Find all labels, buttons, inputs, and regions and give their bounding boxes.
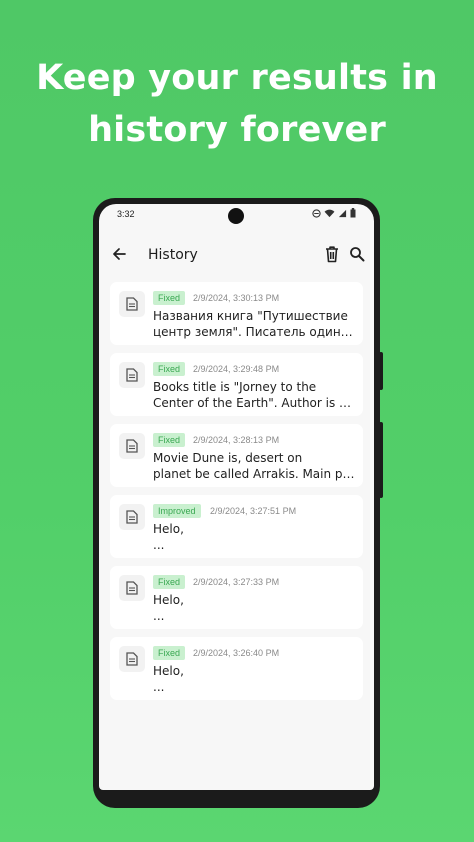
item-text-line-2: ... [153, 609, 165, 623]
document-icon [119, 646, 145, 672]
item-text-line-2: Center of the Earth". Author is s... [153, 396, 355, 410]
wifi-icon [324, 209, 335, 217]
status-bar: 3:32 [99, 204, 374, 224]
item-text-line-2: ... [153, 680, 165, 694]
search-icon[interactable] [349, 246, 365, 262]
status-time: 3:32 [117, 209, 135, 219]
history-item[interactable]: Fixed 2/9/2024, 3:30:13 PM Названия книг… [110, 282, 363, 345]
item-text-line-2: центр земля". Писатель одино... [153, 325, 355, 339]
back-arrow-icon[interactable] [111, 246, 127, 262]
phone-frame: 3:32 History Fixed 2/9/2024, 3:30:13 PM … [93, 198, 380, 808]
item-text-line-1: Movie Dune is, desert on [153, 451, 303, 465]
dnd-icon [312, 208, 321, 218]
history-item[interactable]: Fixed 2/9/2024, 3:28:13 PM Movie Dune is… [110, 424, 363, 487]
item-text-line-2: planet be called Arrakis. Main pr... [153, 467, 355, 481]
front-camera [228, 208, 244, 224]
app-bar: History [99, 234, 374, 274]
status-badge: Fixed [153, 291, 186, 305]
trash-icon[interactable] [324, 245, 340, 263]
document-icon [119, 504, 145, 530]
history-item[interactable]: Fixed 2/9/2024, 3:26:40 PM Helo, ... [110, 637, 363, 700]
document-icon [119, 575, 145, 601]
history-item[interactable]: Improved 2/9/2024, 3:27:51 PM Helo, ... [110, 495, 363, 558]
item-timestamp: 2/9/2024, 3:29:48 PM [193, 364, 280, 374]
history-list: Fixed 2/9/2024, 3:30:13 PM Названия книг… [110, 282, 363, 708]
battery-icon [350, 208, 356, 218]
status-badge: Fixed [153, 362, 186, 376]
signal-icon [338, 209, 347, 217]
headline-line-1: Keep your results in [36, 58, 438, 98]
phone-screen: 3:32 History Fixed 2/9/2024, 3:30:13 PM … [99, 204, 374, 790]
item-timestamp: 2/9/2024, 3:27:51 PM [210, 506, 297, 516]
item-text-line-1: Названия книга "Путишествие [153, 309, 348, 323]
item-text-line-1: Helo, [153, 664, 184, 678]
status-badge: Fixed [153, 433, 186, 447]
document-icon [119, 362, 145, 388]
status-badge: Fixed [153, 646, 186, 660]
status-badge: Fixed [153, 575, 186, 589]
history-item[interactable]: Fixed 2/9/2024, 3:29:48 PM Books title i… [110, 353, 363, 416]
history-item[interactable]: Fixed 2/9/2024, 3:27:33 PM Helo, ... [110, 566, 363, 629]
item-timestamp: 2/9/2024, 3:30:13 PM [193, 293, 280, 303]
headline: Keep your results in history forever [0, 52, 474, 156]
item-timestamp: 2/9/2024, 3:28:13 PM [193, 435, 280, 445]
status-badge: Improved [153, 504, 201, 518]
item-text-line-1: Helo, [153, 593, 184, 607]
headline-line-2: history forever [88, 110, 386, 150]
item-text-line-2: ... [153, 538, 165, 552]
item-text-line-1: Helo, [153, 522, 184, 536]
item-text-line-1: Books title is "Jorney to the [153, 380, 317, 394]
page-title: History [148, 247, 198, 263]
item-timestamp: 2/9/2024, 3:26:40 PM [193, 648, 280, 658]
document-icon [119, 433, 145, 459]
item-timestamp: 2/9/2024, 3:27:33 PM [193, 577, 280, 587]
document-icon [119, 291, 145, 317]
status-icons [312, 208, 356, 218]
